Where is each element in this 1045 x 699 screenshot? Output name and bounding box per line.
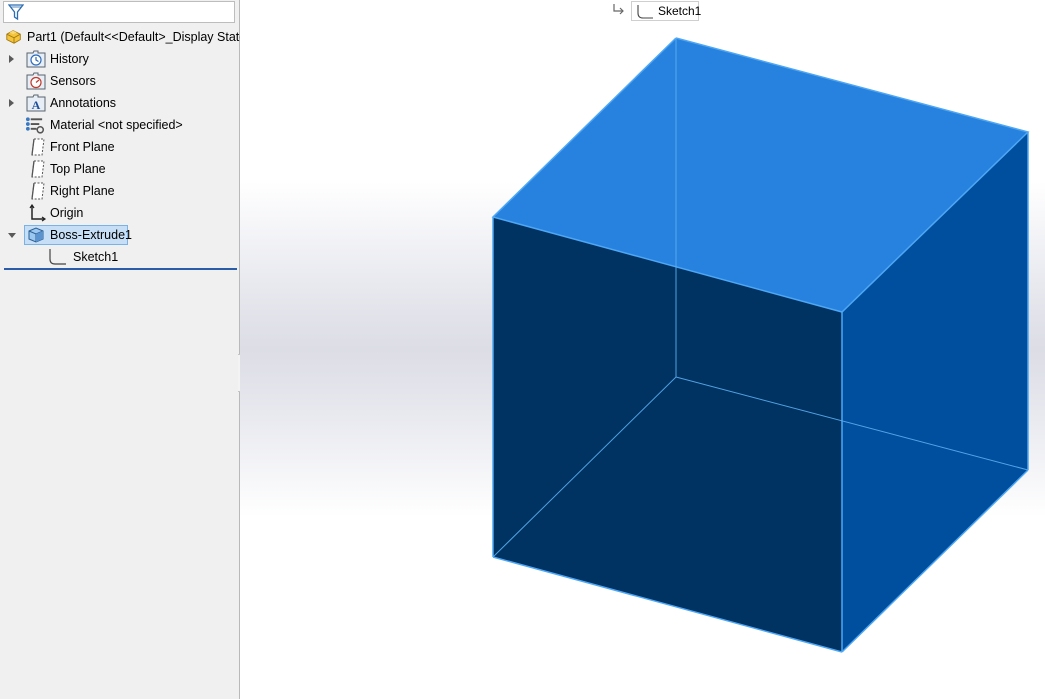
tree-item-top-plane[interactable]: Top Plane	[0, 158, 239, 180]
part-icon	[6, 30, 21, 44]
tree-item-boss-extrude1[interactable]: Boss-Extrude1	[0, 224, 239, 246]
tree-item-origin[interactable]: Origin	[0, 202, 239, 224]
tree-item-label: Material <not specified>	[50, 118, 183, 132]
tree-item-annotations[interactable]: A Annotations	[0, 92, 239, 114]
tree-item-label: History	[50, 52, 89, 66]
breadcrumb-sketch1[interactable]: Sketch1	[631, 1, 702, 21]
tree-item-sensors[interactable]: Sensors	[0, 70, 239, 92]
annotations-icon: A	[26, 94, 46, 112]
plane-icon	[31, 138, 45, 156]
breadcrumb-arrow-icon	[613, 4, 624, 15]
expand-arrow-icon[interactable]	[8, 48, 18, 70]
extrude-icon	[28, 227, 44, 243]
tree-item-label: Right Plane	[50, 184, 115, 198]
expand-arrow-icon[interactable]	[8, 92, 18, 114]
filter-icon[interactable]	[8, 4, 24, 21]
tree-item-label: Top Plane	[50, 162, 106, 176]
tree-item-material[interactable]: Material <not specified>	[0, 114, 239, 136]
feature-manager-panel: Part1 (Default<<Default>_Display State H…	[0, 0, 246, 699]
part-root-label: Part1 (Default<<Default>_Display State	[27, 30, 247, 44]
tree-item-front-plane[interactable]: Front Plane	[0, 136, 239, 158]
tree-item-label: Sensors	[50, 74, 96, 88]
tree-item-label: Origin	[50, 206, 84, 220]
tree-item-label: Boss-Extrude1	[50, 228, 132, 242]
plane-icon	[31, 182, 45, 200]
tree-item-sketch1[interactable]: Sketch1	[0, 246, 239, 268]
tree-item-label: Annotations	[50, 96, 117, 110]
graphics-viewport[interactable]: Sketch1	[240, 0, 1045, 699]
material-icon	[25, 117, 45, 134]
sketch-icon	[49, 249, 66, 265]
tree-item-history[interactable]: History	[0, 48, 239, 70]
cube-model[interactable]	[240, 0, 1045, 699]
tree-filter-box[interactable]	[3, 1, 235, 23]
rollback-bar[interactable]	[4, 268, 237, 270]
history-icon	[26, 50, 46, 68]
origin-icon	[29, 204, 47, 222]
tree-item-label: Sketch1	[73, 250, 119, 264]
plane-icon	[31, 160, 45, 178]
part-root-item[interactable]: Part1 (Default<<Default>_Display State	[0, 26, 246, 48]
sensors-icon	[26, 72, 46, 90]
tree-item-right-plane[interactable]: Right Plane	[0, 180, 239, 202]
sketch-icon	[637, 5, 653, 19]
svg-text:A: A	[32, 98, 41, 112]
breadcrumb-label: Sketch1	[658, 4, 702, 18]
tree-item-label: Front Plane	[50, 140, 115, 154]
collapse-arrow-icon[interactable]	[7, 224, 17, 246]
